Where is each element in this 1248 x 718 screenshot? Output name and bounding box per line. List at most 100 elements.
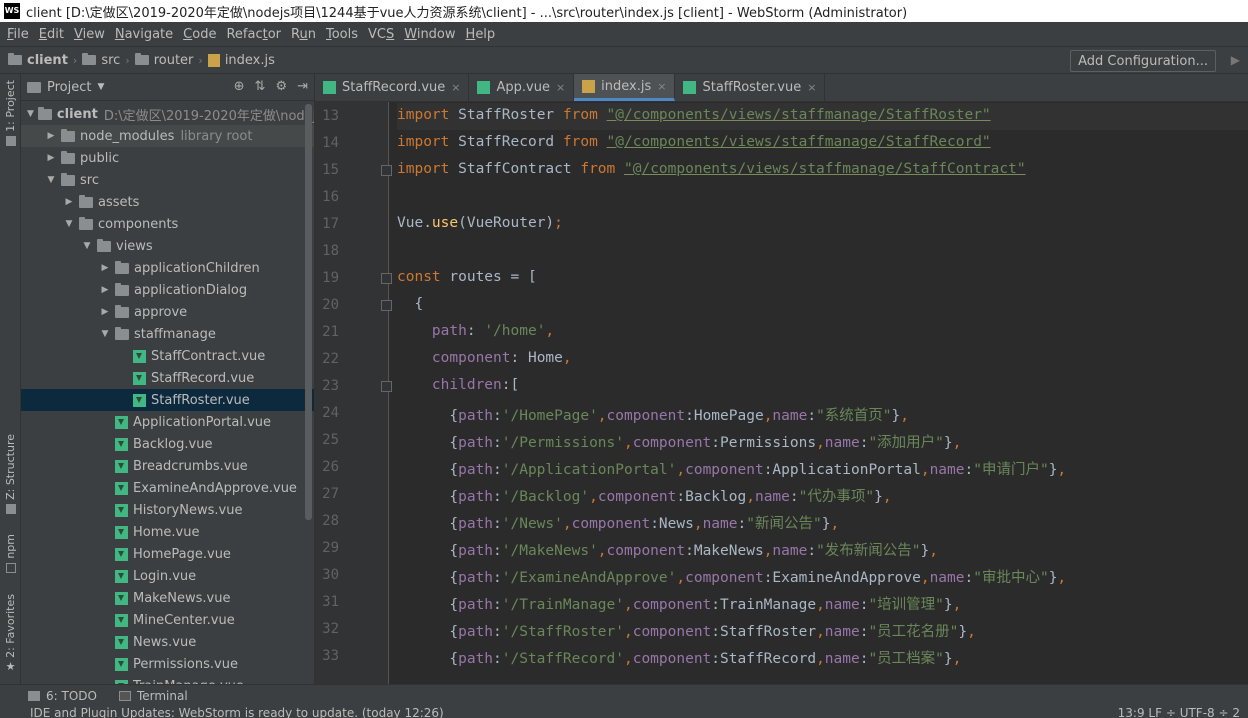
project-panel-title[interactable]: Project (47, 80, 91, 95)
close-icon[interactable]: × (807, 81, 816, 94)
code-line[interactable]: {path:'/TrainManage',component:TrainMana… (397, 593, 961, 614)
code-line[interactable]: {path:'/News',component:News,name:"新闻公告"… (397, 512, 839, 533)
chevron-down-icon[interactable]: ▼ (99, 329, 111, 339)
tree-item[interactable]: ▶ExamineAndApprove.vue (21, 477, 314, 499)
chevron-down-icon[interactable]: ▼ (63, 219, 75, 229)
code-line[interactable]: { (397, 296, 423, 312)
code-line[interactable]: {path:'/MakeNews',component:MakeNews,nam… (397, 539, 938, 560)
tree-item[interactable]: ▼ client D:\定做区\2019-2020年定做\nodejs (21, 103, 314, 125)
menu-item[interactable]: Help (461, 27, 501, 42)
chevron-right-icon[interactable]: ▶ (63, 197, 75, 207)
terminal-tool-tab[interactable]: Terminal (118, 689, 188, 703)
tree-item[interactable]: ▶StaffContract.vue (21, 345, 314, 367)
editor-tab[interactable]: App.vue × (469, 74, 575, 101)
tree-item[interactable]: ▶ node_modules library root (21, 125, 314, 147)
close-icon[interactable]: × (657, 80, 666, 93)
menu-item[interactable]: Run (286, 27, 321, 42)
code-text[interactable]: import StaffRoster from "@/components/vi… (397, 102, 1247, 684)
fold-marker-icon[interactable] (381, 381, 392, 392)
close-icon[interactable]: × (451, 81, 460, 94)
add-configuration-button[interactable]: Add Configuration... (1070, 50, 1216, 72)
menu-item[interactable]: Navigate (110, 27, 178, 42)
tree-item[interactable]: ▶HistoryNews.vue (21, 499, 314, 521)
todo-tool-tab[interactable]: 6: TODO (28, 689, 97, 703)
tree-item[interactable]: ▶News.vue (21, 631, 314, 653)
hide-panel-icon[interactable]: ⇥ (297, 79, 308, 94)
menu-item[interactable]: Refactor (221, 27, 286, 42)
fold-marker-icon[interactable] (381, 300, 392, 311)
tree-item[interactable]: ▶ApplicationPortal.vue (21, 411, 314, 433)
chevron-right-icon[interactable]: ▶ (99, 307, 111, 317)
code-line[interactable]: {path:'/HomePage',component:HomePage,nam… (397, 404, 909, 425)
tree-item[interactable]: ▶Backlog.vue (21, 433, 314, 455)
editor-tab[interactable]: StaffRecord.vue × (315, 74, 470, 101)
breadcrumb-client[interactable]: client (8, 53, 68, 68)
tree-item[interactable]: ▶Home.vue (21, 521, 314, 543)
code-line[interactable]: {path:'/ApplicationPortal',component:App… (397, 458, 1066, 479)
menu-item[interactable]: View (69, 27, 110, 42)
tree-item[interactable]: ▼ src (21, 169, 314, 191)
chevron-right-icon[interactable]: ▶ (45, 153, 57, 163)
tree-item[interactable]: ▶HomePage.vue (21, 543, 314, 565)
code-line[interactable]: children:[ (397, 377, 519, 393)
code-line[interactable]: {path:'/StaffRecord',component:StaffReco… (397, 647, 961, 668)
chevron-down-icon[interactable]: ▼ (81, 241, 93, 251)
editor-tab[interactable]: index.js × (574, 74, 676, 101)
code-line[interactable]: {path:'/ExamineAndApprove',component:Exa… (397, 566, 1066, 587)
menu-item[interactable]: Code (178, 27, 221, 42)
code-line[interactable]: {path:'/StaffRoster',component:StaffRost… (397, 620, 976, 641)
tree-item[interactable]: ▶MakeNews.vue (21, 587, 314, 609)
code-line[interactable]: import StaffContract from "@/components/… (397, 161, 1026, 177)
npm-tool-tab[interactable]: npm (0, 534, 21, 573)
code-line[interactable]: component: Home, (397, 350, 572, 366)
code-line[interactable]: const routes = [ (397, 269, 537, 285)
project-tool-tab[interactable]: 1: Project (0, 80, 21, 146)
tree-item[interactable]: ▶TrainManage.vue (21, 675, 314, 684)
menu-item[interactable]: Window (399, 27, 460, 42)
collapse-all-icon[interactable]: ⇅ (255, 79, 266, 94)
project-tree-scrollbar[interactable] (305, 104, 312, 520)
tree-item[interactable]: ▼ staffmanage (21, 323, 314, 345)
chevron-down-icon[interactable]: ▼ (27, 109, 34, 119)
tree-item[interactable]: ▶MineCenter.vue (21, 609, 314, 631)
code-line[interactable]: path: '/home', (397, 323, 554, 339)
code-line[interactable]: import StaffRoster from "@/components/vi… (397, 107, 991, 123)
code-line[interactable]: Vue.use(VueRouter); (397, 215, 563, 231)
status-message[interactable]: IDE and Plugin Updates: WebStorm is read… (30, 706, 444, 718)
gear-icon[interactable]: ⚙ (275, 79, 287, 94)
locate-icon[interactable]: ⊕ (234, 79, 245, 94)
chevron-right-icon[interactable]: ▶ (99, 263, 111, 273)
tree-item[interactable]: ▶ approve (21, 301, 314, 323)
menu-item[interactable]: Edit (34, 27, 69, 42)
chevron-right-icon[interactable]: ▶ (99, 285, 111, 295)
chevron-down-icon[interactable]: ▼ (45, 175, 57, 185)
close-icon[interactable]: × (556, 81, 565, 94)
run-arrow-icon[interactable]: ▶ (1231, 53, 1240, 67)
structure-tool-tab[interactable]: Z: Structure (0, 434, 21, 514)
favorites-tool-tab[interactable]: 2: Favorites ★ (0, 594, 21, 672)
breadcrumb-index-js[interactable]: index.js (207, 53, 275, 68)
tree-item[interactable]: ▼ components (21, 213, 314, 235)
tree-item[interactable]: ▶Permissions.vue (21, 653, 314, 675)
fold-marker-icon[interactable] (381, 165, 392, 176)
tree-item[interactable]: ▶ assets (21, 191, 314, 213)
chevron-down-icon[interactable]: ▼ (97, 82, 104, 92)
fold-marker-icon[interactable] (381, 273, 392, 284)
menu-item[interactable]: File (2, 27, 34, 42)
tree-item[interactable]: ▶StaffRoster.vue (21, 389, 314, 411)
tree-item[interactable]: ▶ public (21, 147, 314, 169)
chevron-right-icon[interactable]: ▶ (45, 131, 57, 141)
code-editor[interactable]: 13 14 15 16 17 18 19 20 21 22 23 24 25 26 27 28 29 30 31 32… (315, 102, 1248, 684)
tree-item[interactable]: ▼ views (21, 235, 314, 257)
tree-item[interactable]: ▶Login.vue (21, 565, 314, 587)
menu-item[interactable]: VCS (363, 27, 399, 42)
breadcrumb-router[interactable]: router (134, 53, 193, 68)
breadcrumb-src[interactable]: src (82, 53, 120, 68)
code-line[interactable]: {path:'/Backlog',component:Backlog,name:… (397, 485, 891, 506)
tree-item[interactable]: ▶ applicationChildren (21, 257, 314, 279)
code-line[interactable]: {path:'/Permissions',component:Permissio… (397, 431, 961, 452)
tree-item[interactable]: ▶ applicationDialog (21, 279, 314, 301)
status-indicators[interactable]: 13:9 LF ÷ UTF-8 ÷ 2 (1118, 706, 1240, 718)
menu-item[interactable]: Tools (321, 27, 363, 42)
code-line[interactable]: import StaffRecord from "@/components/vi… (397, 134, 991, 150)
